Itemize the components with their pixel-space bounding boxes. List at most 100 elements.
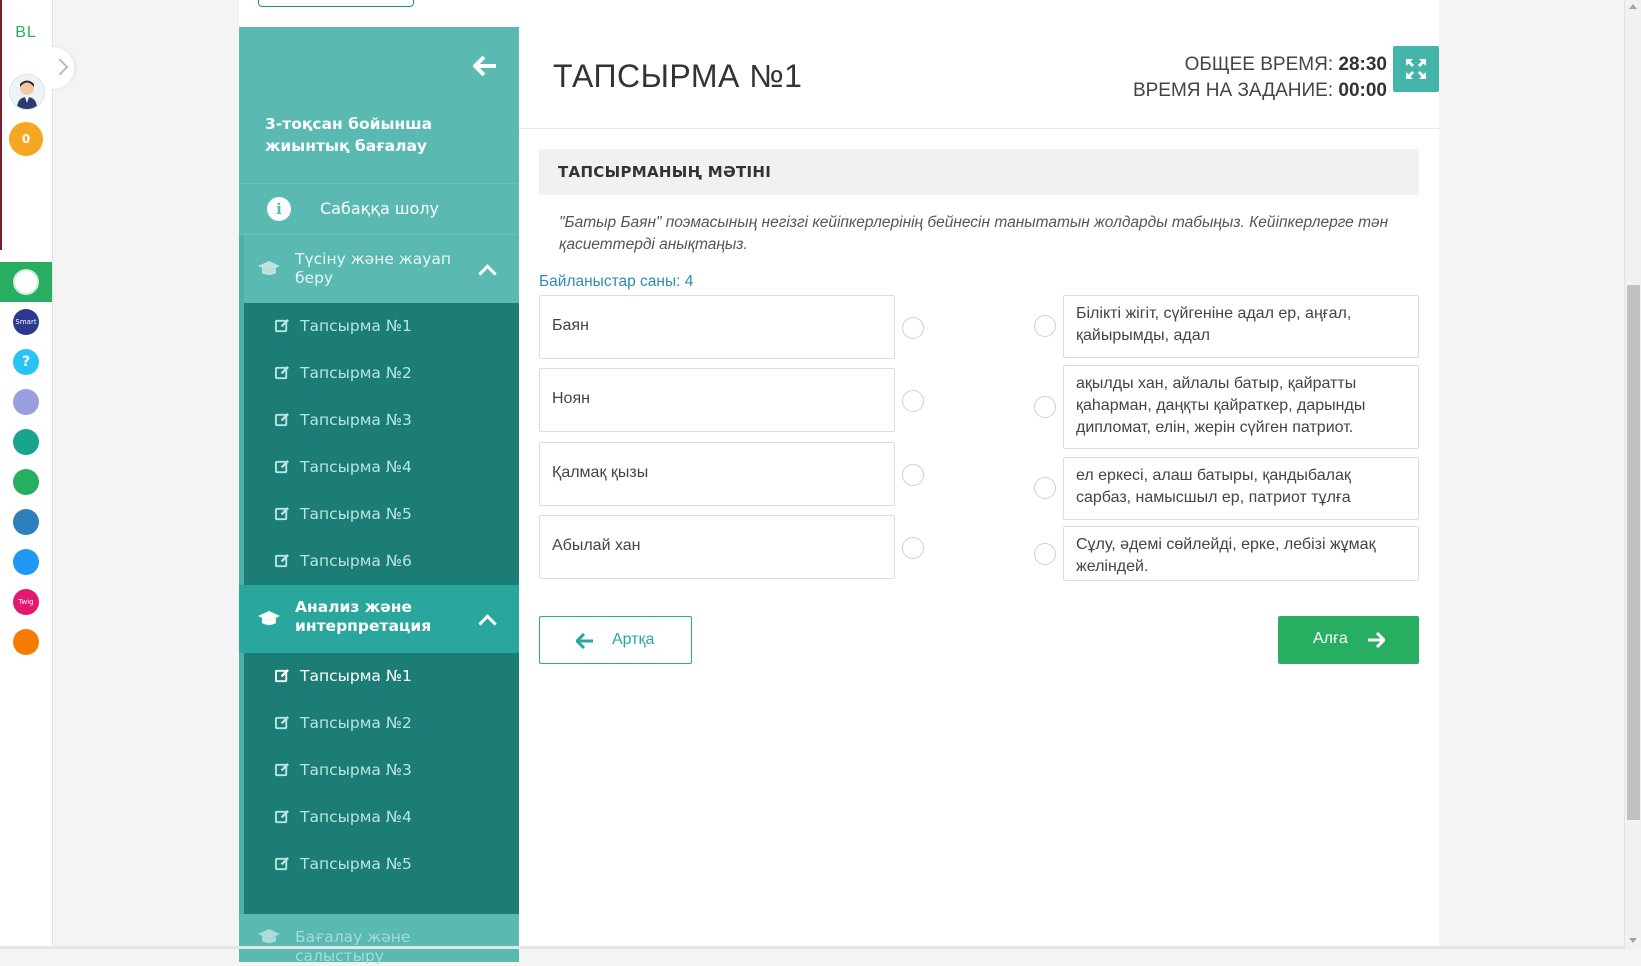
task-time: ВРЕМЯ НА ЗАДАНИЕ: 00:00 — [1133, 78, 1387, 104]
match-right-item[interactable]: Сұлу, әдемі сөйлейді, ерке, лебізі жұмақ… — [1063, 526, 1419, 581]
timers: ОБЩЕЕ ВРЕМЯ: 28:30 ВРЕМЯ НА ЗАДАНИЕ: 00:… — [1133, 52, 1387, 104]
match-left-label: Қалмақ қызы — [552, 464, 649, 481]
match-right-connector[interactable] — [1034, 543, 1056, 565]
match-left-connector[interactable] — [902, 464, 924, 486]
bilim-land-app-icon[interactable] — [13, 469, 39, 495]
sidebar-item-label: Тапсырма №3 — [300, 761, 412, 779]
twig-app-icon[interactable]: Twig — [13, 589, 39, 615]
imektep-app-icon[interactable] — [13, 629, 39, 655]
bilim-media-app-icon[interactable] — [13, 429, 39, 455]
graduation-cap-icon — [258, 261, 280, 275]
arrow-right-icon — [1368, 632, 1385, 648]
match-left-item[interactable]: Абылай хан — [539, 515, 895, 579]
match-left-connector[interactable] — [902, 390, 924, 412]
sidebar-item-label: Тапсырма №4 — [300, 808, 412, 826]
chevron-up-icon — [478, 614, 497, 633]
next-button-label: Алға — [1313, 630, 1348, 647]
match-right-item[interactable]: ақылды хан, айлалы батыр, қайратты қаһар… — [1063, 365, 1419, 449]
edit-icon — [275, 507, 289, 521]
match-left-item[interactable]: Ноян — [539, 368, 895, 432]
connections-count: Байланыстар саны: 4 — [539, 273, 694, 290]
sidebar-item-task[interactable]: Тапсырма №1 — [244, 303, 519, 350]
expand-rail-button[interactable] — [46, 47, 74, 89]
back-button-label: Артқа — [612, 631, 655, 648]
match-left-connector[interactable] — [902, 317, 924, 339]
fullscreen-button[interactable] — [1393, 46, 1439, 92]
section-items-analysis: Тапсырма №1 Тапсырма №2 Тапсырма №3 Тапс… — [244, 653, 519, 935]
sidebar-section-evaluation[interactable]: Бағалау және салыстыру — [239, 914, 519, 965]
sidebar-item-task-current[interactable]: Тапсырма №1 — [244, 653, 519, 700]
sidebar-item-task[interactable]: Тапсырма №4 — [244, 444, 519, 491]
bilimland-app-icon[interactable] — [13, 269, 39, 295]
keyboard-app-icon[interactable] — [13, 389, 39, 415]
sidebar-title: 3-тоқсан бойынша жиынтық бағалау — [265, 115, 433, 155]
top-button[interactable] — [258, 0, 414, 7]
match-right-connector[interactable] — [1034, 315, 1056, 337]
sidebar-item-task[interactable]: Тапсырма №3 — [244, 747, 519, 794]
rail-accent — [0, 0, 2, 250]
match-right-label: ақылды хан, айлалы батыр, қайратты қаһар… — [1076, 375, 1366, 436]
smart-nation-app-icon[interactable]: Smart — [13, 309, 39, 335]
edit-icon — [275, 319, 289, 333]
scrollbar-thumb[interactable] — [1627, 285, 1640, 820]
sidebar-item-label: Тапсырма №5 — [300, 855, 412, 873]
scroll-up-icon[interactable] — [1629, 4, 1637, 9]
info-icon: i — [267, 197, 291, 221]
lesson-sidebar: 3-тоқсан бойынша жиынтық бағалау i Сабақ… — [239, 27, 519, 965]
header-divider — [519, 128, 1439, 129]
match-right-connector[interactable] — [1034, 477, 1056, 499]
back-button[interactable]: Артқа — [539, 616, 692, 664]
graduation-cap-icon — [258, 611, 280, 625]
sidebar-item-task[interactable]: Тапсырма №2 — [244, 700, 519, 747]
section-label: Анализ және интерпретация — [295, 598, 432, 635]
help-app-icon[interactable]: ? — [13, 349, 39, 375]
match-right-connector[interactable] — [1034, 396, 1056, 418]
test-app-icon[interactable] — [13, 549, 39, 575]
sidebar-section-analysis[interactable]: Анализ және интерпретация — [239, 585, 519, 653]
match-right-label: Сұлу, әдемі сөйлейді, ерке, лебізі жұмақ… — [1076, 536, 1376, 575]
sidebar-item-label: Тапсырма №3 — [300, 411, 412, 429]
total-time: ОБЩЕЕ ВРЕМЯ: 28:30 — [1133, 52, 1387, 78]
sidebar-item-task[interactable]: Тапсырма №5 — [244, 841, 519, 888]
sidebar-item-label: Тапсырма №1 — [300, 667, 412, 685]
sidebar-item-task[interactable]: Тапсырма №4 — [244, 794, 519, 841]
edit-icon — [275, 366, 289, 380]
arrow-left-icon[interactable] — [473, 55, 501, 77]
app-rail: BL 0 Smart? Twig — [0, 0, 53, 949]
match-left-label: Абылай хан — [552, 537, 641, 554]
sidebar-item-task[interactable]: Тапсырма №3 — [244, 397, 519, 444]
sidebar-item-overview[interactable]: i Сабаққа шолу — [239, 183, 519, 235]
sidebar-item-label: Тапсырма №2 — [300, 364, 412, 382]
task-time-value: 00:00 — [1338, 80, 1387, 101]
edit-icon — [275, 460, 289, 474]
chevron-right-icon — [51, 58, 69, 76]
user-avatar[interactable] — [9, 74, 45, 110]
match-left-connector[interactable] — [902, 537, 924, 559]
total-time-label: ОБЩЕЕ ВРЕМЯ: — [1184, 54, 1334, 75]
match-left-label: Ноян — [552, 390, 590, 407]
match-left-item[interactable]: Баян — [539, 295, 895, 359]
bilim-book-app-icon[interactable] — [13, 509, 39, 535]
sidebar-item-task[interactable]: Тапсырма №5 — [244, 491, 519, 538]
sidebar-item-label: Сабаққа шолу — [320, 199, 439, 218]
sidebar-item-task[interactable]: Тапсырма №2 — [244, 350, 519, 397]
sidebar-item-task[interactable]: Тапсырма №6 — [244, 538, 519, 585]
edit-icon — [275, 669, 289, 683]
chevron-up-icon — [478, 264, 497, 283]
graduation-cap-icon — [258, 929, 280, 943]
sidebar-item-label: Тапсырма №5 — [300, 505, 412, 523]
scroll-down-icon[interactable] — [1629, 938, 1637, 943]
section-label: Түсіну және жауап беру — [295, 250, 452, 287]
match-right-item[interactable]: ел еркесі, алаш батыры, қандыбалақ сарба… — [1063, 457, 1419, 520]
next-button[interactable]: Алға — [1278, 616, 1419, 664]
page-scrollbar[interactable] — [1624, 0, 1641, 949]
bl-logo[interactable]: BL — [8, 24, 44, 42]
sidebar-section-understanding[interactable]: Түсіну және жауап беру — [239, 235, 519, 303]
match-right-item[interactable]: Білікті жігіт, сүйгеніне адал ер, аңғал,… — [1063, 295, 1419, 358]
sidebar-item-label: Тапсырма №4 — [300, 458, 412, 476]
sidebar-item-label: Тапсырма №6 — [300, 552, 412, 570]
task-heading: ТАПСЫРМАНЫҢ МӘТІНІ — [558, 163, 772, 181]
coin-counter[interactable]: 0 — [9, 122, 43, 156]
match-left-item[interactable]: Қалмақ қызы — [539, 442, 895, 506]
expand-icon — [1406, 59, 1426, 79]
